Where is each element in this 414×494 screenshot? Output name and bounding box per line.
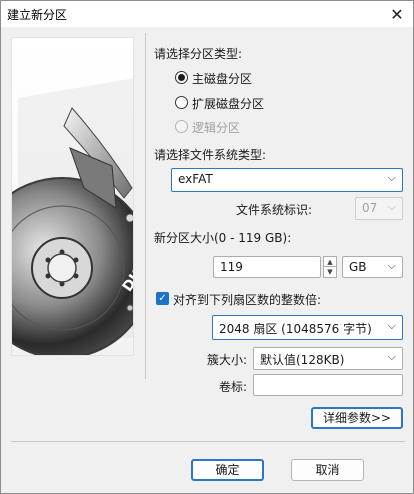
hard-disk-graphic: DISKGENIUS <box>12 78 133 355</box>
partition-type-heading: 请选择分区类型: <box>154 47 243 61</box>
alignment-select[interactable]: 2048 扇区 (1048576 字节) ⌵ <box>212 315 403 340</box>
chevron-down-icon: ⌵ <box>387 259 396 272</box>
radio-logical-partition <box>175 120 188 133</box>
filesystem-id-select: 07 ⌵ <box>355 197 403 220</box>
footer-divider <box>11 441 405 442</box>
radio-logical-partition-label: 逻辑分区 <box>192 121 241 135</box>
spin-up-icon[interactable]: ▲ <box>324 257 336 267</box>
chevron-down-icon: ⌵ <box>387 350 396 363</box>
align-checkbox-label[interactable]: 对齐到下列扇区数的整数倍: <box>173 291 321 308</box>
details-button[interactable]: 详细参数>> <box>311 407 403 429</box>
radio-primary-partition[interactable] <box>175 71 188 84</box>
cluster-size-select[interactable]: 默认值(128KB) ⌵ <box>253 347 403 370</box>
partition-size-label: 新分区大小(0 - 119 GB): <box>154 231 292 245</box>
filesystem-heading: 请选择文件系统类型: <box>154 148 267 162</box>
new-partition-dialog: 建立新分区 ✕ 请选择分区类型: 主磁盘分区 扩展磁盘分区 逻辑分区 请选择文件… <box>0 0 414 494</box>
volume-label-label: 卷标: <box>219 380 248 394</box>
title-bar: 建立新分区 ✕ <box>1 1 413 27</box>
window-title: 建立新分区 <box>7 8 68 22</box>
partition-size-spinner[interactable]: ▲ ▼ <box>323 256 337 278</box>
cancel-button[interactable]: 取消 <box>291 459 364 481</box>
partition-size-input[interactable]: 119 <box>213 256 321 278</box>
align-checkbox[interactable]: ✓ <box>156 292 169 305</box>
size-unit-select[interactable]: GB ⌵ <box>342 256 403 278</box>
chevron-down-icon: ⌵ <box>387 200 396 213</box>
radio-extended-partition-label[interactable]: 扩展磁盘分区 <box>192 95 264 112</box>
cluster-size-label: 簇大小: <box>207 353 248 367</box>
volume-label-input[interactable] <box>253 374 403 396</box>
cluster-size-value: 默认值(128KB) <box>260 353 345 367</box>
ok-button[interactable]: 确定 <box>191 459 264 481</box>
chevron-down-icon: ⌵ <box>387 319 396 332</box>
close-icon[interactable]: ✕ <box>383 1 411 27</box>
hard-disk-illustration: DISKGENIUS <box>11 37 134 356</box>
radio-extended-partition[interactable] <box>175 96 188 109</box>
filesystem-id-label: 文件系统标识: <box>236 203 313 217</box>
filesystem-select[interactable]: exFAT ⌵ <box>171 168 403 192</box>
filesystem-id-value: 07 <box>362 201 378 215</box>
partition-size-value: 119 <box>220 260 243 274</box>
spin-down-icon[interactable]: ▼ <box>324 267 336 277</box>
filesystem-select-value: exFAT <box>178 172 213 186</box>
radio-primary-partition-label[interactable]: 主磁盘分区 <box>192 70 252 87</box>
size-unit-value: GB <box>349 260 367 274</box>
chevron-down-icon: ⌵ <box>387 171 396 184</box>
alignment-select-value: 2048 扇区 (1048576 字节) <box>219 322 372 336</box>
panel-divider <box>145 33 146 379</box>
